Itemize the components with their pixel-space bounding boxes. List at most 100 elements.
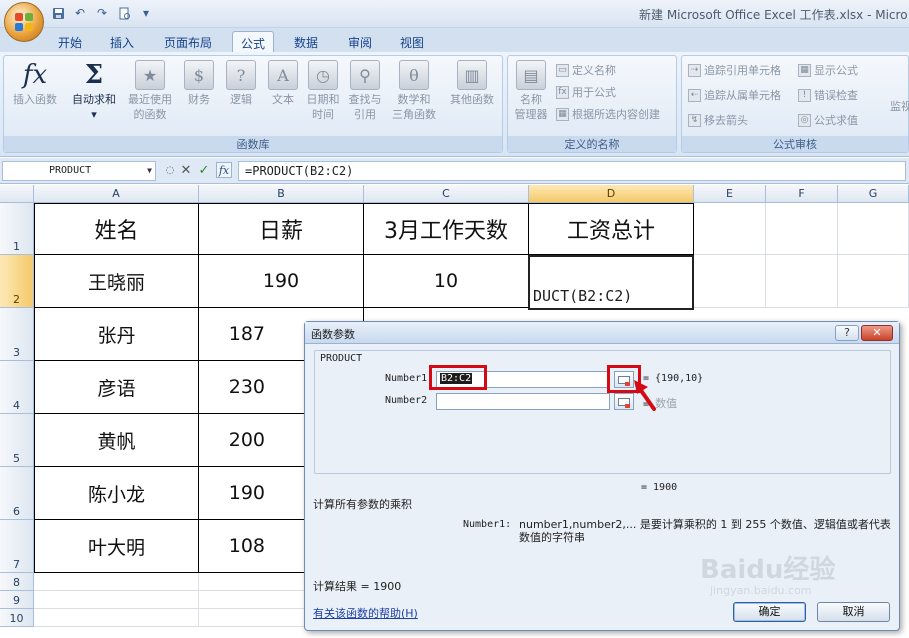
chevron-down-icon[interactable]: ▼ [147, 166, 152, 175]
defined-names-group: ▤ 名称 管理器 ▭ 定义名称 fx 用于公式 ▦ 根据所选内容创建 定义的名称 [507, 55, 677, 153]
row-header[interactable]: 2 [0, 255, 34, 308]
logical-button[interactable]: ? 逻辑 [220, 60, 262, 107]
trace-precedents-button[interactable]: ⇢ 追踪引用单元格 [688, 62, 781, 78]
more-functions-button[interactable]: ▥ 其他函数 [444, 60, 500, 107]
remove-arrows-icon: ↯ [688, 113, 701, 127]
office-button[interactable] [4, 2, 44, 42]
cell-name[interactable]: 张丹 [35, 308, 199, 361]
recent-functions-button[interactable]: ★ 最近使用 的函数 [122, 60, 178, 122]
tab-review[interactable]: 审阅 [340, 31, 380, 52]
cell-daily-pay[interactable]: 190 [199, 255, 364, 308]
window-title: 新建 Microsoft Office Excel 工作表.xlsx - Mic… [639, 8, 908, 22]
tab-view[interactable]: 视图 [392, 31, 432, 52]
cell-workdays[interactable]: 10 [364, 255, 529, 308]
function-help-link[interactable]: 有关该函数的帮助(H) [313, 605, 418, 621]
empty-cell[interactable] [766, 255, 838, 308]
define-name-button[interactable]: ▭ 定义名称 [556, 62, 616, 78]
header-cell-total[interactable]: 工资总计 [529, 204, 694, 255]
row-header[interactable]: 9 [0, 591, 34, 609]
empty-cell[interactable] [694, 255, 766, 308]
formula-auditing-label: 公式审核 [682, 136, 908, 152]
empty-cell[interactable] [694, 203, 766, 255]
row-header[interactable]: 10 [0, 609, 34, 627]
empty-cell[interactable] [766, 203, 838, 255]
arg2-label: Number2 [385, 395, 428, 406]
create-from-selection-button[interactable]: ▦ 根据所选内容创建 [556, 106, 660, 122]
name-manager-button[interactable]: ▤ 名称 管理器 [510, 60, 552, 122]
use-in-formula-button[interactable]: fx 用于公式 [556, 84, 616, 100]
arg-description-label: Number1: [463, 519, 512, 530]
help-button[interactable]: ? [835, 325, 859, 341]
editing-cell-d2[interactable]: DUCT(B2:C2) [528, 255, 694, 310]
function-library-group: fx 插入函数 Σ 自动求和 ▾ ★ 最近使用 的函数 $ 财务 ? 逻辑 A … [3, 55, 503, 153]
trace-dependents-button[interactable]: ⇠ 追踪从属单元格 [688, 87, 781, 103]
header-cell-name[interactable]: 姓名 [35, 204, 199, 255]
empty-cell[interactable] [838, 255, 909, 308]
tab-page-layout[interactable]: 页面布局 [156, 31, 220, 52]
row-header[interactable]: 6 [0, 467, 34, 520]
row-header[interactable]: 7 [0, 520, 34, 573]
column-header[interactable]: G [838, 185, 909, 203]
math-trig-button[interactable]: θ 数学和 三角函数 [386, 60, 442, 122]
function-name: PRODUCT [320, 353, 363, 364]
autosum-button[interactable]: Σ 自动求和 ▾ [66, 60, 122, 122]
save-icon[interactable] [50, 5, 66, 21]
customize-qat-icon[interactable]: ▾ [138, 5, 154, 21]
datetime-button[interactable]: ◷ 日期和 时间 [302, 60, 344, 122]
formula-input[interactable]: =PRODUCT(B2:C2) [238, 161, 906, 181]
row-header[interactable]: 1 [0, 203, 34, 255]
column-header[interactable]: F [766, 185, 838, 203]
row-header[interactable]: 4 [0, 361, 34, 414]
close-button[interactable]: ✕ [861, 325, 893, 341]
text-button[interactable]: A 文本 [262, 60, 304, 107]
name-box[interactable]: PRODUCT ▼ [2, 161, 156, 181]
row-header[interactable]: 3 [0, 308, 34, 361]
cancel-icon[interactable]: ✕ [178, 162, 194, 178]
error-checking-button[interactable]: ! 错误检查 [798, 87, 858, 103]
tab-formulas[interactable]: 公式 [232, 31, 275, 52]
empty-cell[interactable] [34, 609, 199, 627]
header-cell-daily-pay[interactable]: 日薪 [199, 204, 364, 255]
empty-cell[interactable] [34, 591, 199, 609]
formula-bar: PRODUCT ▼ ◌ ✕ ✓ fx =PRODUCT(B2:C2) [0, 158, 909, 184]
redo-icon[interactable]: ↷ [94, 5, 110, 21]
formula-result-equals: = 1900 [641, 482, 678, 493]
undo-icon[interactable]: ↶ [72, 5, 88, 21]
print-preview-icon[interactable] [116, 5, 132, 21]
insert-function-button[interactable]: fx 插入函数 [6, 60, 64, 107]
lookup-button[interactable]: ⚲ 查找与 引用 [344, 60, 386, 122]
row-header[interactable]: 5 [0, 414, 34, 467]
show-formulas-button[interactable]: ▦ 显示公式 [798, 62, 858, 78]
enter-check-icon[interactable]: ✓ [196, 162, 212, 178]
column-header[interactable]: A [34, 185, 199, 203]
tab-home[interactable]: 开始 [50, 31, 90, 52]
ok-button[interactable]: 确定 [733, 602, 806, 622]
select-all-corner[interactable] [0, 185, 34, 203]
column-header[interactable]: B [199, 185, 364, 203]
insert-function-fx-icon[interactable]: fx [216, 162, 232, 178]
cell-name[interactable]: 黄帆 [35, 414, 199, 467]
financial-button[interactable]: $ 财务 [178, 60, 220, 107]
column-header[interactable]: C [364, 185, 529, 203]
remove-arrows-button[interactable]: ↯ 移去箭头 [688, 112, 748, 128]
arg2-input[interactable] [436, 393, 610, 410]
cancel-button[interactable]: 取消 [817, 602, 890, 622]
watermark-brand: Baidu经验 [700, 554, 835, 585]
books-icon: ▥ [457, 60, 487, 90]
tab-data[interactable]: 数据 [286, 31, 326, 52]
watch-window-button[interactable]: 监视 [890, 98, 909, 114]
cell-name[interactable]: 叶大明 [35, 520, 199, 573]
empty-cell[interactable] [838, 203, 909, 255]
tab-insert[interactable]: 插入 [102, 31, 142, 52]
defined-names-label: 定义的名称 [508, 136, 676, 152]
column-header[interactable]: E [694, 185, 766, 203]
empty-cell[interactable] [34, 573, 199, 591]
expand-icon[interactable]: ◌ [162, 162, 178, 178]
evaluate-formula-button[interactable]: ◎ 公式求值 [798, 112, 858, 128]
header-cell-workdays[interactable]: 3月工作天数 [364, 204, 529, 255]
column-header[interactable]: D [529, 185, 694, 203]
cell-name[interactable]: 彦语 [35, 361, 199, 414]
row-header[interactable]: 8 [0, 573, 34, 591]
cell-name[interactable]: 王晓丽 [35, 255, 199, 308]
cell-name[interactable]: 陈小龙 [35, 467, 199, 520]
